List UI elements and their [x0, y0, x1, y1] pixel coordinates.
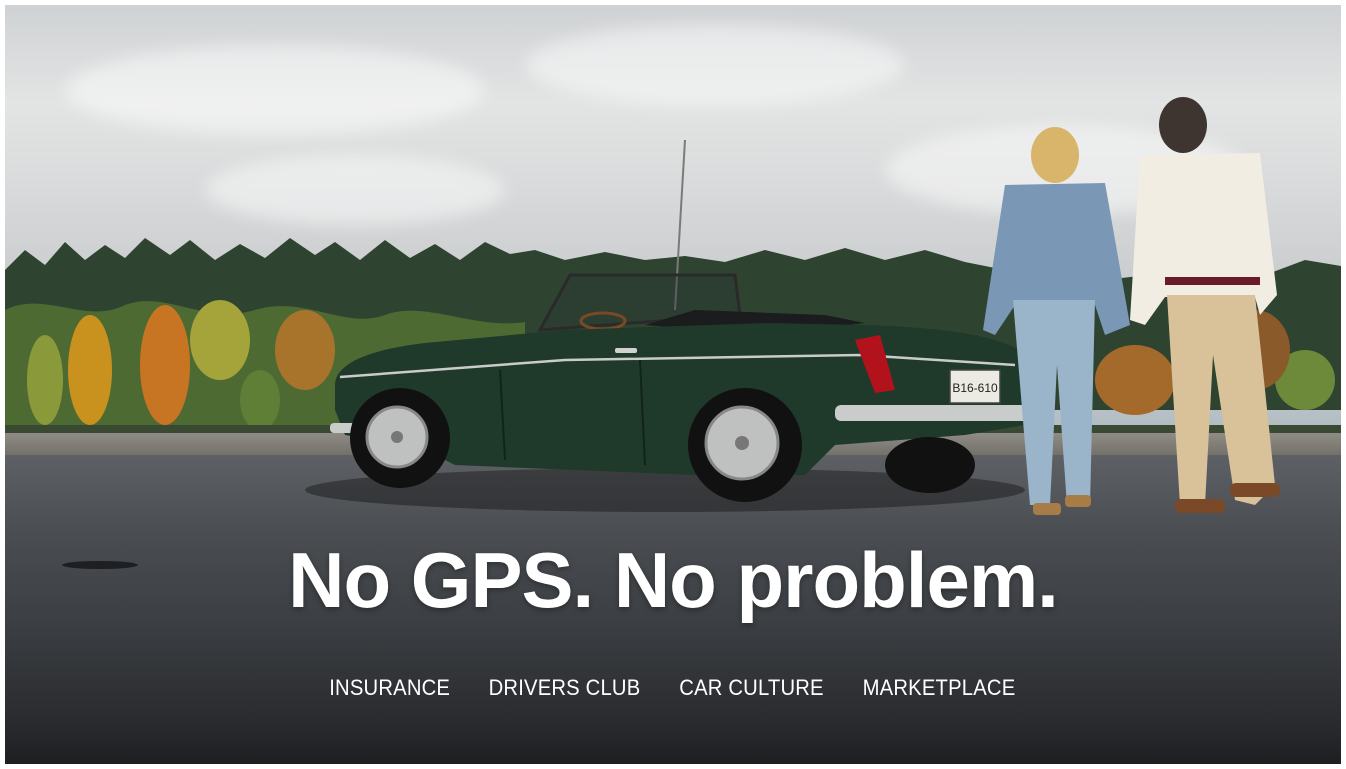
green-convertible-car — [330, 273, 1035, 502]
nav-link-car-culture[interactable]: CAR CULTURE — [679, 675, 823, 701]
nav-link-drivers-club[interactable]: DRIVERS CLUB — [488, 675, 640, 701]
woman-figure — [983, 127, 1130, 515]
nav-link-marketplace[interactable]: MARKETPLACE — [862, 675, 1015, 701]
main-navigation: INSURANCE DRIVERS CLUB CAR CULTURE MARKE… — [5, 675, 1341, 701]
license-plate-text: B16-610 — [952, 381, 998, 395]
hero-banner: B16-610 No GPS. No problem. INSURANCE DR… — [5, 5, 1341, 764]
nav-link-insurance[interactable]: INSURANCE — [330, 675, 451, 701]
car-and-couple-illustration: B16-610 — [62, 97, 1280, 569]
man-figure — [1130, 97, 1280, 513]
hero-headline: No GPS. No problem. — [288, 536, 1059, 624]
